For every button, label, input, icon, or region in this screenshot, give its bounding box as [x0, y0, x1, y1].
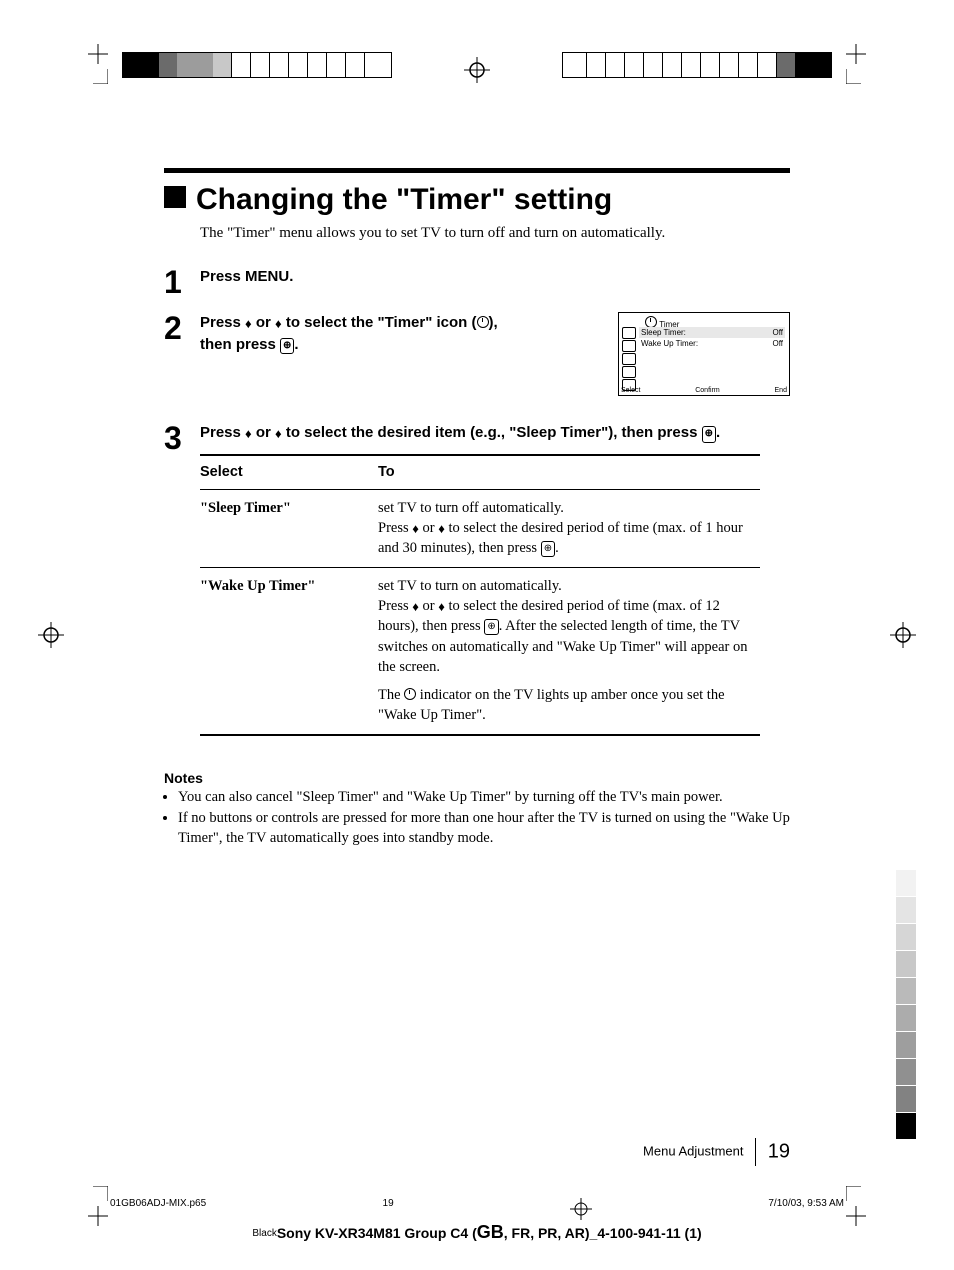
osd-screenshot: Timer Sleep Timer:Off Wake Up Timer:Off …: [618, 312, 790, 396]
timer-icon: [404, 688, 416, 700]
table-bottom-rule: [200, 734, 760, 736]
src-file: 01GB06ADJ-MIX.p65: [110, 1198, 206, 1220]
osd-row: Sleep Timer:Off: [639, 327, 785, 338]
registration-top: [0, 58, 954, 82]
crop-mark-icon: [846, 1186, 886, 1226]
step-number: 1: [164, 266, 200, 298]
timer-icon: [477, 316, 489, 328]
step-1: 1 Press MENU.: [164, 266, 790, 298]
step-2: 2 Press ♦ or ♦ to select the "Timer" ico…: [164, 312, 790, 396]
down-arrow-icon: ♦: [438, 598, 445, 616]
table-header: Select: [200, 456, 378, 490]
step-text: Press ♦ or ♦ to select the "Timer" icon …: [200, 312, 600, 396]
bullet-square-icon: [164, 186, 186, 208]
crop-mark-icon: [846, 44, 886, 84]
src-date: 7/10/03, 9:53 AM: [768, 1198, 844, 1220]
page-number: 19: [768, 1141, 790, 1163]
table-cell-desc: set TV to turn off automatically. Press …: [378, 489, 760, 567]
color-bar-left: [122, 52, 392, 78]
step-3: 3 Press ♦ or ♦ to select the desired ite…: [164, 422, 790, 736]
register-mark-icon: [890, 622, 916, 648]
osd-footer: SelectConfirmEnd: [621, 387, 787, 394]
register-mark-icon: [464, 57, 490, 83]
osd-menu-icons: [622, 327, 636, 392]
up-arrow-icon: ♦: [245, 425, 252, 444]
section-name: Menu Adjustment: [643, 1143, 743, 1158]
ok-button-icon: ⊕: [541, 541, 555, 557]
src-page: 19: [383, 1198, 394, 1220]
crop-mark-icon: [68, 44, 108, 84]
note-item: You can also cancel "Sleep Timer" and "W…: [178, 788, 790, 808]
step-text: Press ♦ or ♦ to select the desired item …: [200, 422, 760, 736]
down-arrow-icon: ♦: [275, 315, 282, 334]
crop-mark-icon: [68, 1186, 108, 1226]
down-arrow-icon: ♦: [438, 520, 445, 538]
step-text: Press MENU.: [200, 266, 790, 298]
ok-button-icon: ⊕: [484, 619, 498, 635]
up-arrow-icon: ♦: [245, 315, 252, 334]
ok-button-icon: ⊕: [702, 426, 716, 443]
up-arrow-icon: ♦: [412, 598, 419, 616]
table-row: "Wake Up Timer" set TV to turn on automa…: [200, 567, 760, 734]
down-arrow-icon: ♦: [275, 425, 282, 444]
color-label: Black: [252, 1228, 276, 1239]
product-line: BlackSony KV-XR34M81 Group C4 (GB, FR, P…: [0, 1222, 954, 1243]
table-cell-select: "Sleep Timer": [200, 489, 378, 567]
options-table: SelectTo "Sleep Timer" set TV to turn of…: [200, 456, 760, 735]
register-mark-icon: [38, 622, 64, 648]
ok-button-icon: ⊕: [280, 338, 294, 355]
register-mark-icon: [570, 1198, 592, 1220]
color-bar-right: [562, 52, 832, 78]
notes-heading: Notes: [164, 770, 790, 786]
running-footer: Menu Adjustment 19: [643, 1138, 790, 1166]
grayscale-bar: [896, 870, 916, 1140]
notes-list: You can also cancel "Sleep Timer" and "W…: [164, 788, 790, 849]
step-number: 2: [164, 312, 200, 396]
table-cell-desc: set TV to turn on automatically. Press ♦…: [378, 567, 760, 734]
heading-rule: [164, 168, 790, 173]
up-arrow-icon: ♦: [412, 520, 419, 538]
intro-text: The "Timer" menu allows you to set TV to…: [200, 225, 790, 242]
note-item: If no buttons or controls are pressed fo…: [178, 809, 790, 848]
divider: [755, 1138, 756, 1166]
step-number: 3: [164, 422, 200, 736]
page-title: Changing the "Timer" setting: [164, 183, 790, 217]
table-cell-select: "Wake Up Timer": [200, 567, 378, 734]
table-header: To: [378, 456, 760, 490]
table-row: "Sleep Timer" set TV to turn off automat…: [200, 489, 760, 567]
osd-row: Wake Up Timer:Off: [639, 338, 785, 349]
source-line: 01GB06ADJ-MIX.p65 19 7/10/03, 9:53 AM: [110, 1198, 844, 1220]
